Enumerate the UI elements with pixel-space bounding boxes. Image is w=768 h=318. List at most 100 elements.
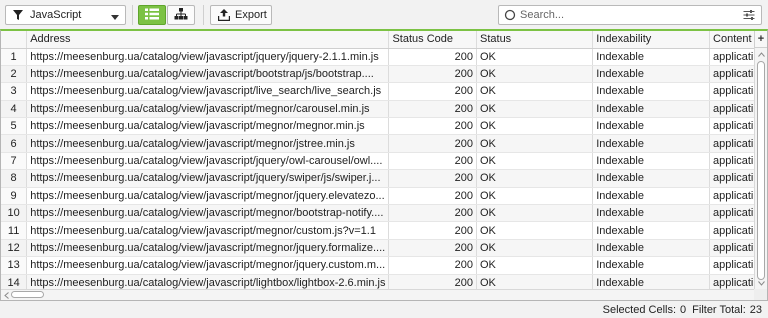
table-row[interactable]: 12 https://meesenburg.ua/catalog/view/jav… bbox=[1, 239, 767, 258]
status-code-cell[interactable]: 200 bbox=[388, 187, 477, 206]
toolbar-divider bbox=[132, 5, 133, 25]
row-number[interactable]: 7 bbox=[1, 152, 28, 171]
vertical-scroll-thumb[interactable] bbox=[757, 61, 765, 280]
address-cell[interactable]: https://meesenburg.ua/catalog/view/javas… bbox=[26, 169, 390, 188]
status-cell[interactable]: OK bbox=[476, 82, 594, 101]
scroll-left-icon[interactable] bbox=[2, 291, 10, 299]
address-cell[interactable]: https://meesenburg.ua/catalog/view/javas… bbox=[26, 221, 390, 240]
address-cell[interactable]: https://meesenburg.ua/catalog/view/javas… bbox=[26, 117, 390, 136]
filter-dropdown[interactable]: JavaScript bbox=[5, 5, 126, 25]
address-cell[interactable]: https://meesenburg.ua/catalog/view/javas… bbox=[26, 187, 390, 206]
row-number-header[interactable] bbox=[1, 31, 28, 49]
address-cell[interactable]: https://meesenburg.ua/catalog/view/javas… bbox=[26, 82, 390, 101]
address-cell[interactable]: https://meesenburg.ua/catalog/view/javas… bbox=[26, 204, 390, 223]
column-header-status-code[interactable]: Status Code bbox=[388, 31, 477, 49]
status-cell[interactable]: OK bbox=[476, 169, 594, 188]
table-row[interactable]: 13 https://meesenburg.ua/catalog/view/jav… bbox=[1, 256, 767, 275]
status-cell[interactable]: OK bbox=[476, 48, 594, 66]
row-number[interactable]: 5 bbox=[1, 117, 28, 136]
status-cell[interactable]: OK bbox=[476, 100, 594, 119]
table-row[interactable]: 11 https://meesenburg.ua/catalog/view/jav… bbox=[1, 221, 767, 240]
table-row[interactable]: 6 https://meesenburg.ua/catalog/view/java… bbox=[1, 134, 767, 153]
add-column-button[interactable]: + bbox=[754, 31, 767, 48]
table-row[interactable]: 2 https://meesenburg.ua/catalog/view/java… bbox=[1, 65, 767, 84]
row-number[interactable]: 12 bbox=[1, 239, 28, 258]
row-number[interactable]: 9 bbox=[1, 187, 28, 206]
status-cell[interactable]: OK bbox=[476, 117, 594, 136]
indexability-cell[interactable]: Indexable bbox=[592, 134, 711, 153]
search-options-icon[interactable] bbox=[743, 9, 755, 21]
address-cell[interactable]: https://meesenburg.ua/catalog/view/javas… bbox=[26, 256, 390, 275]
address-cell[interactable]: https://meesenburg.ua/catalog/view/javas… bbox=[26, 48, 390, 66]
address-cell[interactable]: https://meesenburg.ua/catalog/view/javas… bbox=[26, 100, 390, 119]
indexability-cell[interactable]: Indexable bbox=[592, 48, 711, 66]
table-row[interactable]: 8 https://meesenburg.ua/catalog/view/java… bbox=[1, 169, 767, 188]
indexability-cell[interactable]: Indexable bbox=[592, 221, 711, 240]
table-row[interactable]: 1 https://meesenburg.ua/catalog/view/java… bbox=[1, 48, 767, 66]
scroll-down-icon[interactable] bbox=[757, 279, 765, 287]
status-cell[interactable]: OK bbox=[476, 187, 594, 206]
status-code-cell[interactable]: 200 bbox=[388, 152, 477, 171]
status-code-cell[interactable]: 200 bbox=[388, 169, 477, 188]
export-button[interactable]: Export bbox=[210, 5, 272, 25]
row-number[interactable]: 2 bbox=[1, 65, 28, 84]
list-view-button[interactable] bbox=[138, 5, 166, 25]
table-row[interactable]: 4 https://meesenburg.ua/catalog/view/java… bbox=[1, 100, 767, 119]
vertical-scrollbar[interactable] bbox=[754, 48, 767, 289]
selected-cells-label: Selected Cells: bbox=[602, 304, 677, 316]
row-number[interactable]: 4 bbox=[1, 100, 28, 119]
status-cell[interactable]: OK bbox=[476, 152, 594, 171]
status-cell[interactable]: OK bbox=[476, 204, 594, 223]
row-number[interactable]: 8 bbox=[1, 169, 28, 188]
table-row[interactable]: 9 https://meesenburg.ua/catalog/view/java… bbox=[1, 187, 767, 206]
horizontal-scroll-thumb[interactable] bbox=[11, 291, 44, 298]
indexability-cell[interactable]: Indexable bbox=[592, 204, 711, 223]
status-code-cell[interactable]: 200 bbox=[388, 204, 477, 223]
row-number[interactable]: 6 bbox=[1, 134, 28, 153]
row-number[interactable]: 11 bbox=[1, 221, 28, 240]
status-code-cell[interactable]: 200 bbox=[388, 65, 477, 84]
row-number[interactable]: 1 bbox=[1, 48, 28, 66]
tree-view-button[interactable] bbox=[167, 5, 195, 25]
address-cell[interactable]: https://meesenburg.ua/catalog/view/javas… bbox=[26, 134, 390, 153]
status-cell[interactable]: OK bbox=[476, 221, 594, 240]
address-cell[interactable]: https://meesenburg.ua/catalog/view/javas… bbox=[26, 239, 390, 258]
indexability-cell[interactable]: Indexable bbox=[592, 117, 711, 136]
indexability-cell[interactable]: Indexable bbox=[592, 100, 711, 119]
table-row[interactable]: 5 https://meesenburg.ua/catalog/view/java… bbox=[1, 117, 767, 136]
row-number[interactable]: 3 bbox=[1, 82, 28, 101]
scroll-up-icon[interactable] bbox=[757, 50, 765, 58]
table-row[interactable]: 7 https://meesenburg.ua/catalog/view/java… bbox=[1, 152, 767, 171]
search-input[interactable] bbox=[520, 9, 743, 21]
indexability-cell[interactable]: Indexable bbox=[592, 256, 711, 275]
indexability-cell[interactable]: Indexable bbox=[592, 152, 711, 171]
column-header-indexability[interactable]: Indexability bbox=[592, 31, 711, 49]
indexability-cell[interactable]: Indexable bbox=[592, 65, 711, 84]
horizontal-scrollbar[interactable] bbox=[1, 289, 754, 300]
column-header-status[interactable]: Status bbox=[476, 31, 594, 49]
table-row[interactable]: 3 https://meesenburg.ua/catalog/view/java… bbox=[1, 82, 767, 101]
status-code-cell[interactable]: 200 bbox=[388, 221, 477, 240]
indexability-cell[interactable]: Indexable bbox=[592, 82, 711, 101]
status-code-cell[interactable]: 200 bbox=[388, 100, 477, 119]
status-cell[interactable]: OK bbox=[476, 65, 594, 84]
status-cell[interactable]: OK bbox=[476, 239, 594, 258]
indexability-cell[interactable]: Indexable bbox=[592, 239, 711, 258]
table-row[interactable]: 10 https://meesenburg.ua/catalog/view/jav… bbox=[1, 204, 767, 223]
status-code-cell[interactable]: 200 bbox=[388, 256, 477, 275]
indexability-cell[interactable]: Indexable bbox=[592, 169, 711, 188]
status-cell[interactable]: OK bbox=[476, 134, 594, 153]
row-number[interactable]: 10 bbox=[1, 204, 28, 223]
address-cell[interactable]: https://meesenburg.ua/catalog/view/javas… bbox=[26, 152, 390, 171]
status-code-cell[interactable]: 200 bbox=[388, 239, 477, 258]
search-box[interactable] bbox=[498, 5, 762, 25]
row-number[interactable]: 13 bbox=[1, 256, 28, 275]
status-code-cell[interactable]: 200 bbox=[388, 134, 477, 153]
column-header-address[interactable]: Address bbox=[26, 31, 390, 49]
address-cell[interactable]: https://meesenburg.ua/catalog/view/javas… bbox=[26, 65, 390, 84]
status-code-cell[interactable]: 200 bbox=[388, 82, 477, 101]
status-cell[interactable]: OK bbox=[476, 256, 594, 275]
status-code-cell[interactable]: 200 bbox=[388, 48, 477, 66]
indexability-cell[interactable]: Indexable bbox=[592, 187, 711, 206]
status-code-cell[interactable]: 200 bbox=[388, 117, 477, 136]
